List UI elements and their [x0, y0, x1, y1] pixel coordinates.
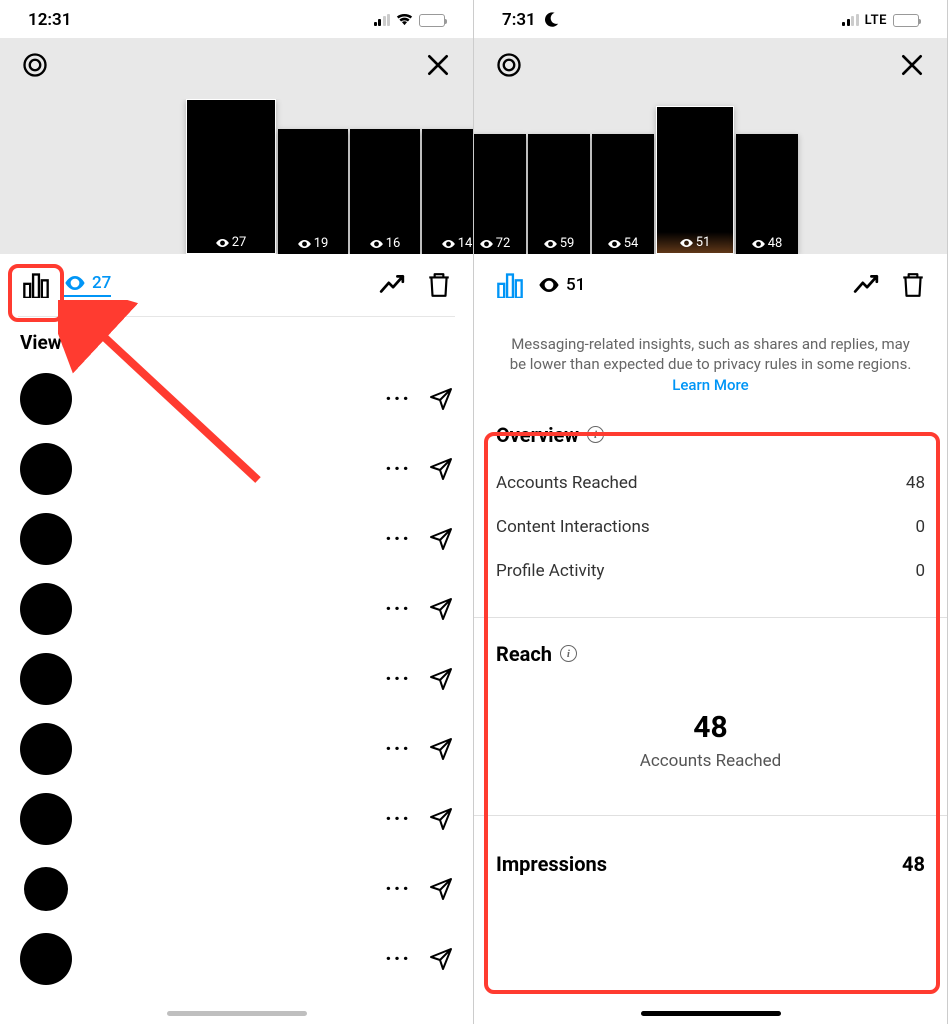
- phone-left: 12:31 27 19 16 14 27: [0, 0, 474, 1024]
- story-thumb[interactable]: 14: [422, 129, 473, 254]
- more-icon[interactable]: ···: [385, 737, 411, 762]
- annotation-highlight: [8, 264, 64, 322]
- status-bar: 12:31: [0, 0, 473, 38]
- signal-icon: [842, 14, 859, 26]
- viewer-row: ···: [20, 854, 453, 924]
- send-icon[interactable]: [429, 737, 453, 761]
- network-label: LTE: [865, 13, 887, 28]
- avatar[interactable]: [20, 863, 72, 915]
- more-icon[interactable]: ···: [385, 387, 411, 412]
- more-icon[interactable]: ···: [385, 597, 411, 622]
- story-thumb[interactable]: 16: [350, 129, 420, 254]
- dnd-moon-icon: [542, 11, 560, 29]
- settings-gear-icon[interactable]: [494, 50, 524, 80]
- viewer-row: ···: [20, 924, 453, 994]
- more-icon[interactable]: ···: [385, 527, 411, 552]
- wifi-icon: [396, 14, 413, 26]
- avatar[interactable]: [20, 513, 72, 565]
- signal-icon: [374, 14, 391, 26]
- story-thumb[interactable]: 27: [186, 99, 276, 254]
- home-indicator: [641, 1011, 781, 1016]
- send-icon[interactable]: [429, 387, 453, 411]
- avatar[interactable]: [20, 443, 72, 495]
- story-toolbar: 27: [0, 254, 473, 316]
- status-time: 12:31: [28, 10, 71, 30]
- more-icon[interactable]: ···: [385, 457, 411, 482]
- viewer-row: ···: [20, 364, 453, 434]
- views-tab[interactable]: 27: [64, 273, 111, 297]
- battery-icon: [893, 14, 919, 27]
- send-icon[interactable]: [429, 457, 453, 481]
- status-time: 7:31: [502, 10, 536, 30]
- delete-icon[interactable]: [901, 272, 925, 298]
- views-tab[interactable]: 51: [538, 275, 585, 295]
- story-header: 72 59 54 51 48: [474, 38, 947, 254]
- send-icon[interactable]: [429, 877, 453, 901]
- viewer-list[interactable]: ··· ··· ··· ··· ··· ··· ··· ··· ···: [0, 364, 473, 994]
- eye-icon: [538, 278, 560, 292]
- story-header: 27 19 16 14: [0, 38, 473, 254]
- activity-icon[interactable]: [379, 274, 405, 296]
- viewer-row: ···: [20, 434, 453, 504]
- avatar[interactable]: [20, 373, 72, 425]
- activity-icon[interactable]: [853, 274, 879, 296]
- battery-icon: [419, 14, 445, 27]
- avatar[interactable]: [20, 933, 72, 985]
- more-icon[interactable]: ···: [385, 947, 411, 972]
- more-icon[interactable]: ···: [385, 807, 411, 832]
- viewers-title: Viewers: [0, 317, 473, 364]
- more-icon[interactable]: ···: [385, 667, 411, 692]
- delete-icon[interactable]: [427, 272, 451, 298]
- story-thumbnails[interactable]: 27 19 16 14: [0, 99, 473, 254]
- avatar[interactable]: [20, 793, 72, 845]
- avatar[interactable]: [20, 723, 72, 775]
- insights-chart-icon[interactable]: [496, 272, 524, 298]
- send-icon[interactable]: [429, 667, 453, 691]
- close-icon[interactable]: [897, 50, 927, 80]
- eye-icon: [64, 276, 86, 290]
- more-icon[interactable]: ···: [385, 877, 411, 902]
- story-thumb[interactable]: 54: [592, 134, 654, 254]
- send-icon[interactable]: [429, 597, 453, 621]
- privacy-notice: Messaging-related insights, such as shar…: [474, 316, 947, 409]
- send-icon[interactable]: [429, 527, 453, 551]
- avatar[interactable]: [20, 583, 72, 635]
- viewer-row: ···: [20, 644, 453, 714]
- story-thumb[interactable]: 51: [656, 106, 734, 254]
- close-icon[interactable]: [423, 50, 453, 80]
- avatar[interactable]: [20, 653, 72, 705]
- viewer-row: ···: [20, 504, 453, 574]
- learn-more-link[interactable]: Learn More: [672, 376, 748, 394]
- viewer-row: ···: [20, 574, 453, 644]
- annotation-highlight: [484, 432, 940, 994]
- story-thumbnails[interactable]: 72 59 54 51 48: [474, 99, 947, 254]
- story-toolbar: 51: [474, 254, 947, 316]
- story-thumb[interactable]: 48: [736, 134, 798, 254]
- story-thumb[interactable]: 59: [528, 134, 590, 254]
- send-icon[interactable]: [429, 807, 453, 831]
- viewer-row: ···: [20, 714, 453, 784]
- status-bar: 7:31 LTE: [474, 0, 947, 38]
- settings-gear-icon[interactable]: [20, 50, 50, 80]
- home-indicator: [167, 1011, 307, 1016]
- story-thumb[interactable]: 72: [474, 134, 526, 254]
- send-icon[interactable]: [429, 947, 453, 971]
- story-thumb[interactable]: 19: [278, 129, 348, 254]
- viewer-row: ···: [20, 784, 453, 854]
